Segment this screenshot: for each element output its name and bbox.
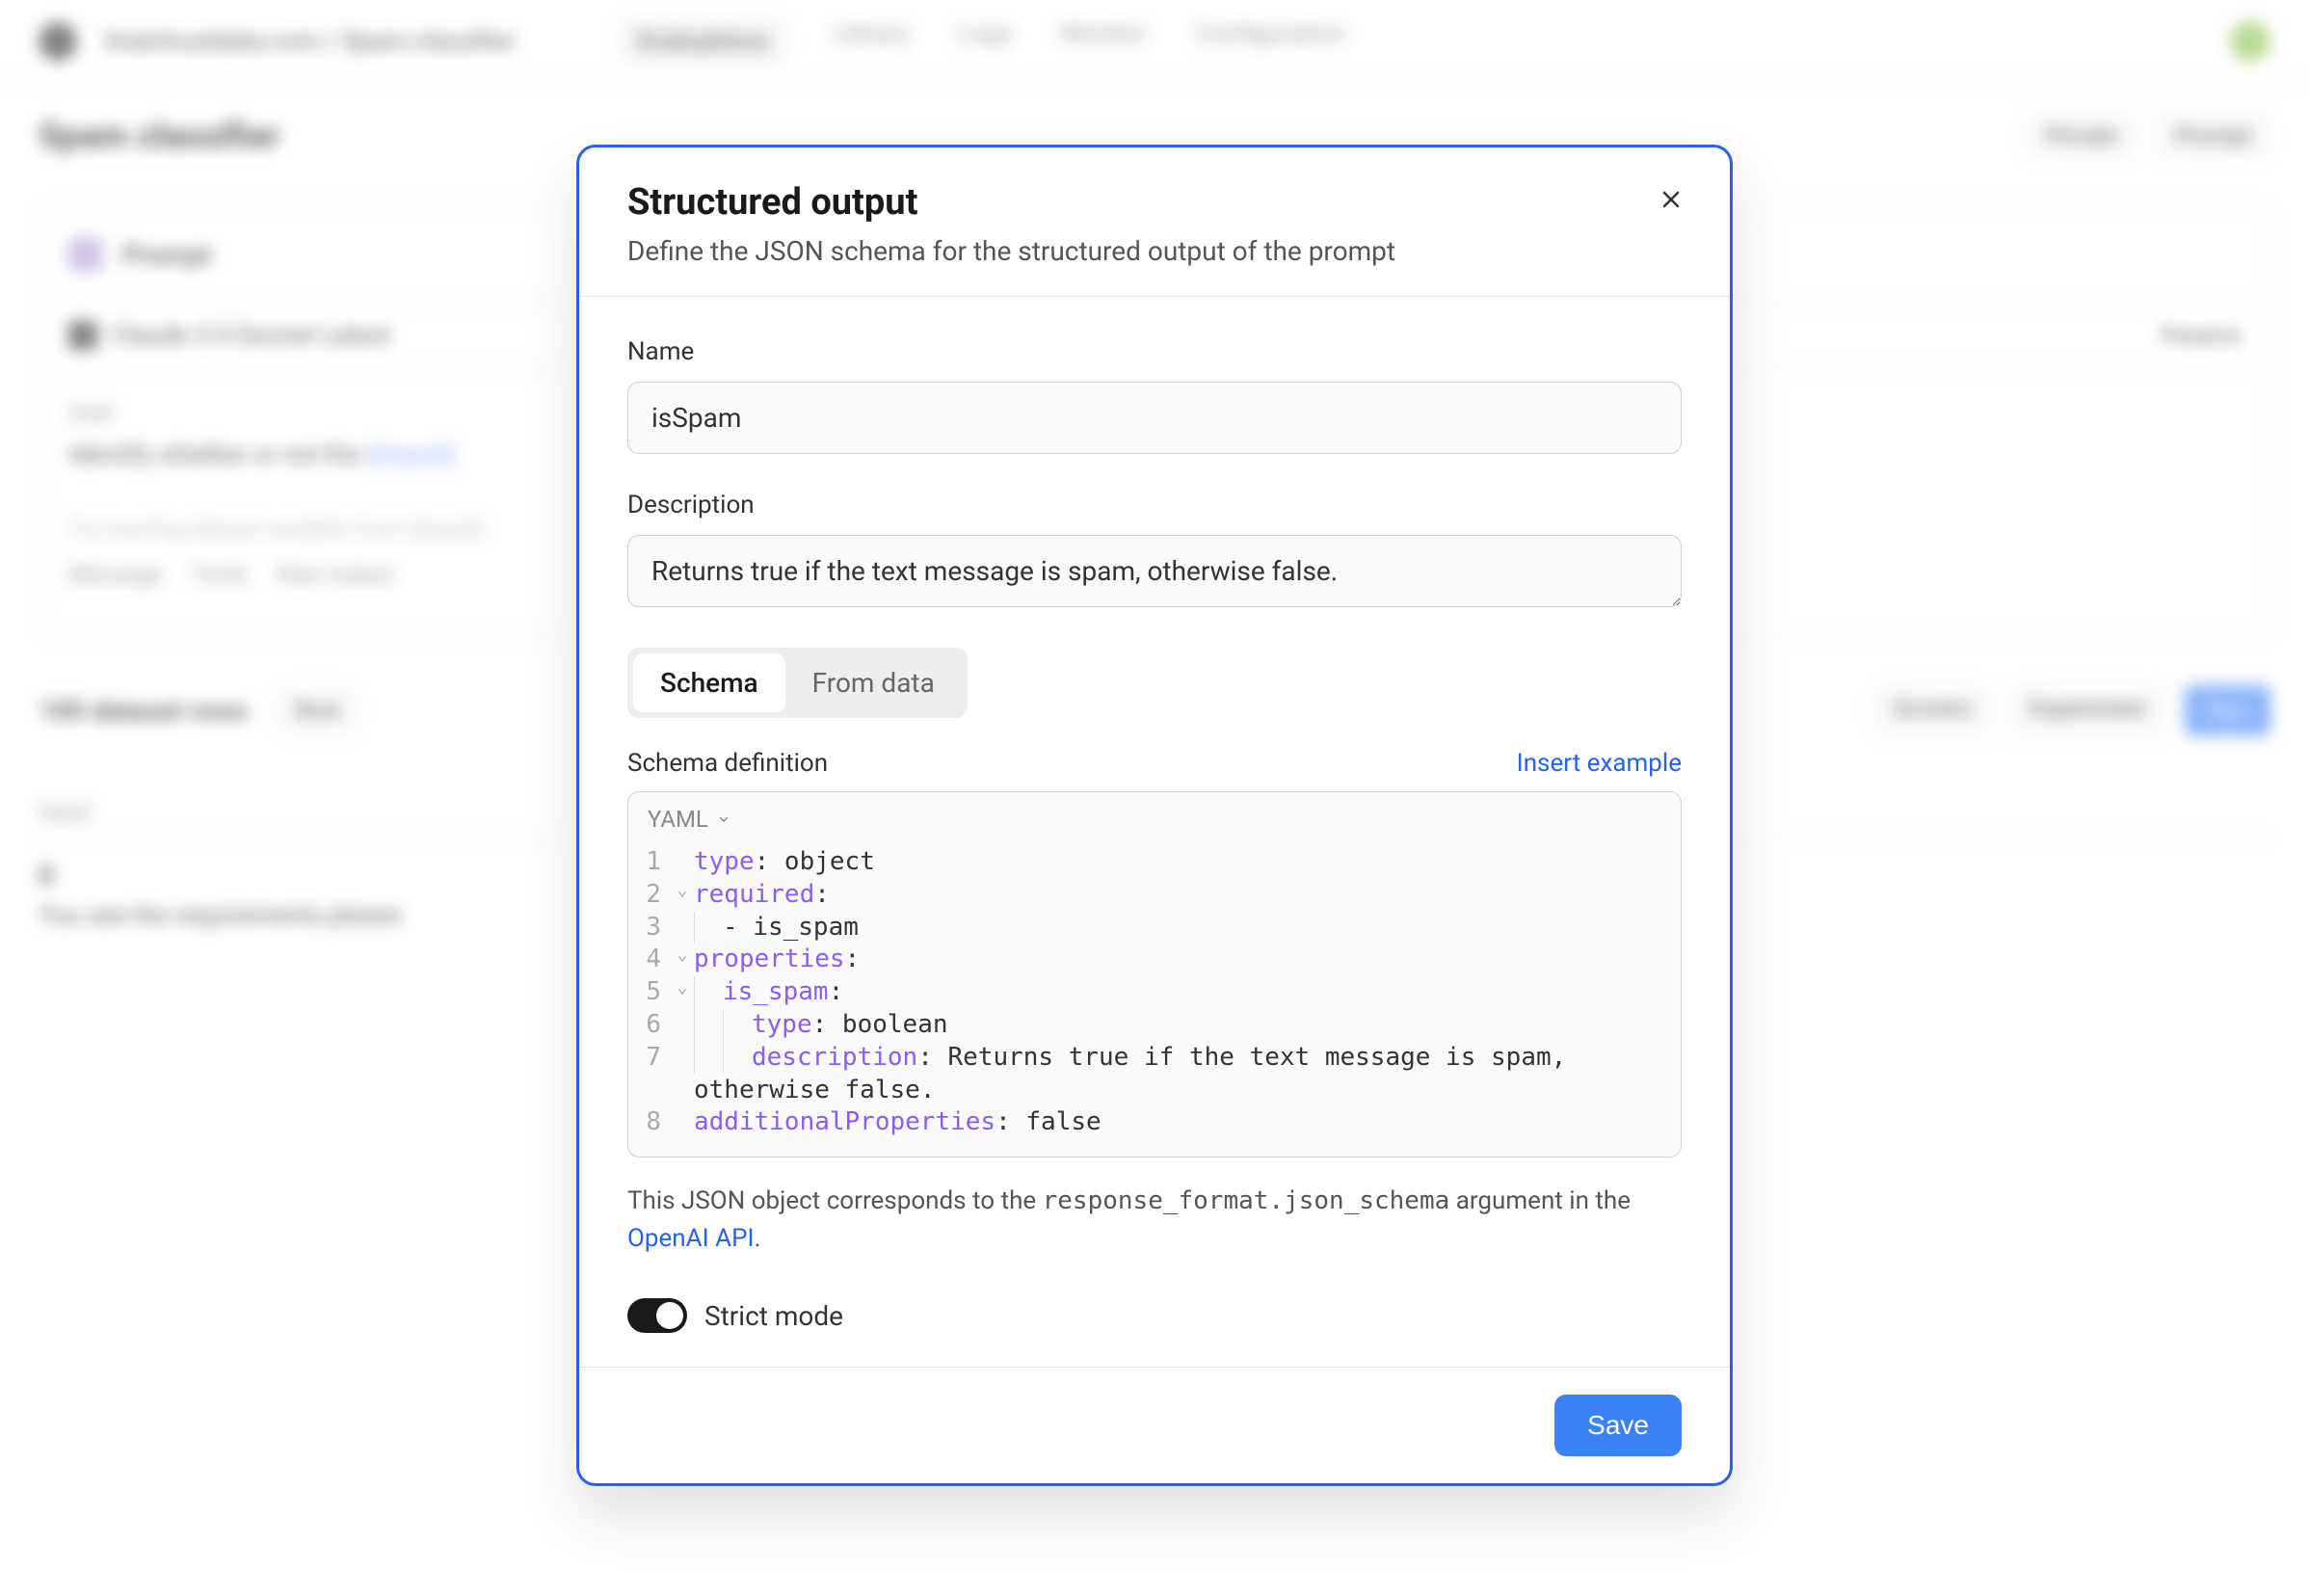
close-button[interactable]: [1656, 184, 1686, 215]
line-number: 5: [628, 976, 671, 1009]
line-number: 3: [628, 912, 671, 944]
toggle-knob: [656, 1302, 683, 1329]
schema-hint: This JSON object corresponds to the resp…: [627, 1183, 1682, 1258]
fold-icon[interactable]: ⌄: [671, 976, 694, 998]
fold-icon[interactable]: ⌄: [671, 879, 694, 901]
schema-editor[interactable]: YAML 1 type: object 2 ⌄ required:: [627, 791, 1682, 1157]
modal-footer: Save: [579, 1367, 1730, 1483]
description-label: Description: [627, 491, 1682, 519]
strict-mode-label: Strict mode: [704, 1300, 843, 1332]
editor-language: YAML: [648, 806, 708, 833]
fold-icon[interactable]: ⌄: [671, 944, 694, 966]
tab-from-data[interactable]: From data: [785, 653, 962, 712]
line-number: 4: [628, 944, 671, 976]
name-input[interactable]: [627, 382, 1682, 454]
modal-overlay: Structured output Define the JSON schema…: [0, 0, 2309, 1596]
save-button[interactable]: Save: [1554, 1395, 1682, 1456]
structured-output-modal: Structured output Define the JSON schema…: [576, 145, 1733, 1486]
schema-tabs: Schema From data: [627, 648, 968, 718]
language-selector[interactable]: YAML: [628, 792, 1681, 846]
schema-definition-label: Schema definition: [627, 749, 828, 778]
modal-title: Structured output: [627, 181, 1682, 224]
modal-body: Name Description Returns true if the tex…: [579, 297, 1730, 1367]
chevron-down-icon: [716, 811, 731, 827]
description-input[interactable]: Returns true if the text message is spam…: [627, 535, 1682, 607]
name-label: Name: [627, 337, 1682, 366]
close-icon: [1659, 188, 1683, 211]
line-number: 6: [628, 1009, 671, 1042]
line-number: 1: [628, 846, 671, 879]
modal-subtitle: Define the JSON schema for the structure…: [627, 235, 1682, 267]
line-number: 8: [628, 1106, 671, 1139]
line-number: 7: [628, 1042, 671, 1075]
tab-schema[interactable]: Schema: [633, 653, 785, 712]
line-number: 2: [628, 879, 671, 912]
modal-header: Structured output Define the JSON schema…: [579, 147, 1730, 297]
openai-api-link[interactable]: OpenAI API: [627, 1224, 755, 1253]
insert-example-link[interactable]: Insert example: [1517, 749, 1682, 778]
strict-mode-toggle[interactable]: [627, 1298, 687, 1333]
editor-content[interactable]: 1 type: object 2 ⌄ required: 3 - is_spam: [628, 846, 1681, 1157]
